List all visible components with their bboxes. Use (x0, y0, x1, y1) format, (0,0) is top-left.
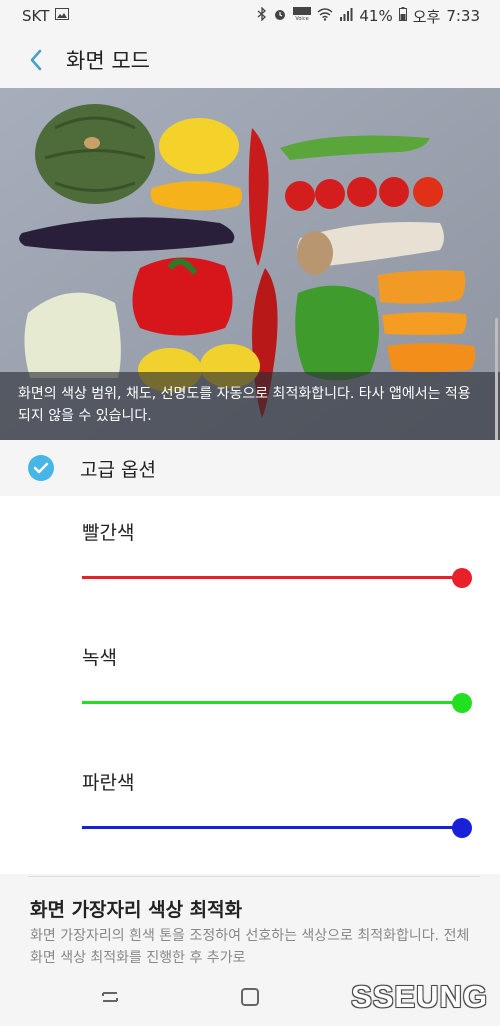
alarm-icon (273, 7, 287, 25)
green-slider-track[interactable] (82, 701, 462, 704)
time-ampm: 오후 (412, 7, 441, 26)
battery-icon (398, 7, 407, 25)
volte-icon: Voice (293, 7, 312, 25)
home-button[interactable] (234, 981, 266, 1013)
wifi-icon (317, 7, 333, 25)
battery-percent: 41% (359, 7, 393, 25)
advanced-options-row[interactable]: 고급 옵션 (0, 440, 500, 496)
time: 7:33 (446, 7, 480, 25)
status-bar: SKT Voice 41% 오후 7:33 (0, 0, 500, 32)
check-icon (33, 462, 49, 474)
red-slider-track[interactable] (82, 576, 462, 579)
recent-apps-icon (102, 992, 118, 1002)
back-button[interactable] (14, 38, 58, 82)
edge-color-title: 화면 가장자리 색상 최적화 (30, 899, 243, 921)
carrier-label: SKT (22, 7, 50, 25)
watermark-logo: SSEUNG (351, 979, 488, 1014)
recent-apps-button[interactable] (94, 981, 126, 1013)
red-slider-thumb[interactable] (452, 568, 472, 588)
status-bar-right: Voice 41% 오후 7:33 (257, 6, 480, 27)
advanced-options-checkbox[interactable] (28, 455, 54, 481)
preview-image: 화면의 색상 범위, 채도, 선명도를 자동으로 최적화합니다. 타사 앱에서는… (0, 88, 500, 440)
status-bar-left: SKT (22, 7, 70, 25)
green-slider-thumb[interactable] (452, 693, 472, 713)
signal-icon (339, 7, 353, 25)
edge-color-optimization-item[interactable]: 화면 가장자리 색상 최적화 화면 가장자리의 흰색 톤을 조정하여 선호하는 … (0, 877, 500, 967)
blue-slider-label: 파란색 (82, 772, 135, 794)
red-slider-label: 빨간색 (82, 522, 135, 544)
page-title: 화면 모드 (66, 49, 150, 73)
home-icon (241, 988, 259, 1006)
navigation-bar: SSEUNG (0, 967, 500, 1026)
edge-color-description: 화면 가장자리의 흰색 톤을 조정하여 선호하는 색상으로 최적화합니다. 전체… (30, 928, 470, 966)
svg-text:Voice: Voice (296, 16, 309, 21)
green-slider-label: 녹색 (82, 647, 117, 669)
preview-caption: 화면의 색상 범위, 채도, 선명도를 자동으로 최적화합니다. 타사 앱에서는… (0, 372, 500, 440)
color-sliders-card: 빨간색 녹색 파란색 (0, 496, 500, 874)
blue-slider-track[interactable] (82, 826, 462, 829)
app-bar: 화면 모드 (0, 32, 500, 88)
advanced-options-label: 고급 옵션 (80, 458, 156, 481)
image-icon (55, 8, 70, 24)
blue-slider-thumb[interactable] (452, 818, 472, 838)
chevron-left-icon (30, 49, 42, 71)
bluetooth-icon (257, 6, 267, 25)
